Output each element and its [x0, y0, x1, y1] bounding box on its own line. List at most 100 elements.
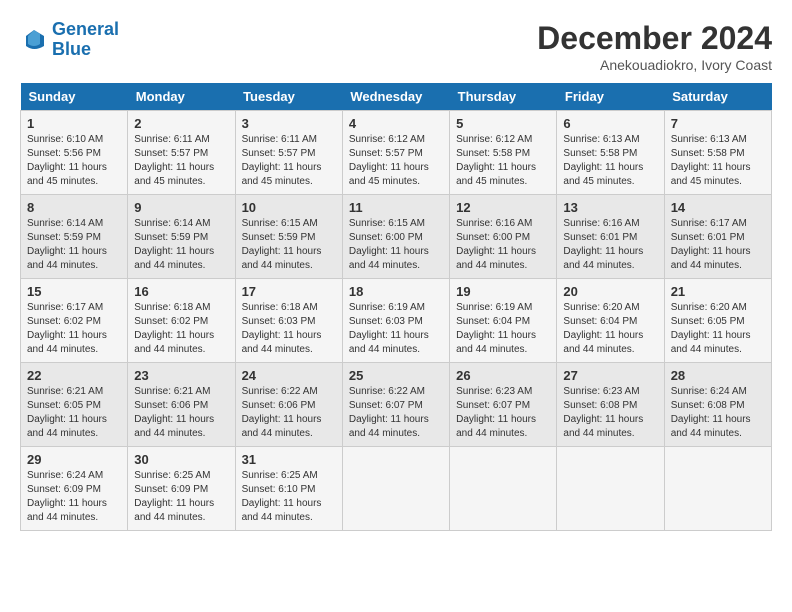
sunset-label: Sunset: 6:06 PM: [134, 400, 208, 411]
day-number: 25: [349, 368, 443, 383]
daylight-label: Daylight: 11 hours and 44 minutes.: [349, 246, 429, 271]
calendar-cell: 9 Sunrise: 6:14 AM Sunset: 5:59 PM Dayli…: [128, 195, 235, 279]
daylight-label: Daylight: 11 hours and 44 minutes.: [242, 246, 322, 271]
sunrise-label: Sunrise: 6:24 AM: [27, 470, 103, 481]
day-number: 26: [456, 368, 550, 383]
sunset-label: Sunset: 5:57 PM: [242, 148, 316, 159]
daylight-label: Daylight: 11 hours and 44 minutes.: [671, 246, 751, 271]
sunset-label: Sunset: 5:58 PM: [456, 148, 530, 159]
calendar-cell: 25 Sunrise: 6:22 AM Sunset: 6:07 PM Dayl…: [342, 363, 449, 447]
day-of-week-header: Friday: [557, 83, 664, 111]
sunrise-label: Sunrise: 6:23 AM: [456, 386, 532, 397]
daylight-label: Daylight: 11 hours and 44 minutes.: [27, 498, 107, 523]
sunset-label: Sunset: 6:05 PM: [27, 400, 101, 411]
day-number: 28: [671, 368, 765, 383]
sunrise-label: Sunrise: 6:15 AM: [242, 218, 318, 229]
sunrise-label: Sunrise: 6:25 AM: [242, 470, 318, 481]
day-info: Sunrise: 6:16 AM Sunset: 6:00 PM Dayligh…: [456, 217, 550, 273]
daylight-label: Daylight: 11 hours and 44 minutes.: [671, 330, 751, 355]
calendar-cell: 22 Sunrise: 6:21 AM Sunset: 6:05 PM Dayl…: [21, 363, 128, 447]
calendar-cell: 29 Sunrise: 6:24 AM Sunset: 6:09 PM Dayl…: [21, 447, 128, 531]
day-of-week-header: Sunday: [21, 83, 128, 111]
calendar-cell: 24 Sunrise: 6:22 AM Sunset: 6:06 PM Dayl…: [235, 363, 342, 447]
day-number: 23: [134, 368, 228, 383]
calendar-cell: [450, 447, 557, 531]
calendar-cell: 2 Sunrise: 6:11 AM Sunset: 5:57 PM Dayli…: [128, 111, 235, 195]
daylight-label: Daylight: 11 hours and 44 minutes.: [134, 414, 214, 439]
day-number: 16: [134, 284, 228, 299]
daylight-label: Daylight: 11 hours and 44 minutes.: [456, 246, 536, 271]
calendar-cell: 1 Sunrise: 6:10 AM Sunset: 5:56 PM Dayli…: [21, 111, 128, 195]
day-info: Sunrise: 6:18 AM Sunset: 6:03 PM Dayligh…: [242, 301, 336, 357]
daylight-label: Daylight: 11 hours and 44 minutes.: [563, 246, 643, 271]
sunrise-label: Sunrise: 6:19 AM: [456, 302, 532, 313]
day-info: Sunrise: 6:14 AM Sunset: 5:59 PM Dayligh…: [27, 217, 121, 273]
daylight-label: Daylight: 11 hours and 45 minutes.: [27, 162, 107, 187]
day-info: Sunrise: 6:19 AM Sunset: 6:04 PM Dayligh…: [456, 301, 550, 357]
sunset-label: Sunset: 6:06 PM: [242, 400, 316, 411]
sunset-label: Sunset: 5:59 PM: [134, 232, 208, 243]
day-info: Sunrise: 6:13 AM Sunset: 5:58 PM Dayligh…: [671, 133, 765, 189]
calendar-cell: [557, 447, 664, 531]
daylight-label: Daylight: 11 hours and 44 minutes.: [349, 330, 429, 355]
calendar-week-row: 29 Sunrise: 6:24 AM Sunset: 6:09 PM Dayl…: [21, 447, 772, 531]
calendar-week-row: 15 Sunrise: 6:17 AM Sunset: 6:02 PM Dayl…: [21, 279, 772, 363]
daylight-label: Daylight: 11 hours and 44 minutes.: [27, 246, 107, 271]
calendar-cell: 26 Sunrise: 6:23 AM Sunset: 6:07 PM Dayl…: [450, 363, 557, 447]
logo-icon: [20, 26, 48, 54]
sunset-label: Sunset: 5:57 PM: [134, 148, 208, 159]
day-number: 21: [671, 284, 765, 299]
day-number: 14: [671, 200, 765, 215]
day-info: Sunrise: 6:24 AM Sunset: 6:08 PM Dayligh…: [671, 385, 765, 441]
day-number: 19: [456, 284, 550, 299]
sunrise-label: Sunrise: 6:23 AM: [563, 386, 639, 397]
day-info: Sunrise: 6:18 AM Sunset: 6:02 PM Dayligh…: [134, 301, 228, 357]
calendar-cell: 4 Sunrise: 6:12 AM Sunset: 5:57 PM Dayli…: [342, 111, 449, 195]
sunrise-label: Sunrise: 6:15 AM: [349, 218, 425, 229]
calendar-cell: 11 Sunrise: 6:15 AM Sunset: 6:00 PM Dayl…: [342, 195, 449, 279]
calendar-cell: 21 Sunrise: 6:20 AM Sunset: 6:05 PM Dayl…: [664, 279, 771, 363]
day-info: Sunrise: 6:22 AM Sunset: 6:07 PM Dayligh…: [349, 385, 443, 441]
sunset-label: Sunset: 6:09 PM: [134, 484, 208, 495]
day-number: 6: [563, 116, 657, 131]
sunset-label: Sunset: 6:10 PM: [242, 484, 316, 495]
sunrise-label: Sunrise: 6:12 AM: [349, 134, 425, 145]
day-info: Sunrise: 6:24 AM Sunset: 6:09 PM Dayligh…: [27, 469, 121, 525]
day-number: 2: [134, 116, 228, 131]
daylight-label: Daylight: 11 hours and 44 minutes.: [242, 330, 322, 355]
day-number: 30: [134, 452, 228, 467]
sunset-label: Sunset: 6:03 PM: [242, 316, 316, 327]
calendar-cell: 20 Sunrise: 6:20 AM Sunset: 6:04 PM Dayl…: [557, 279, 664, 363]
sunrise-label: Sunrise: 6:11 AM: [134, 134, 209, 145]
daylight-label: Daylight: 11 hours and 44 minutes.: [563, 330, 643, 355]
calendar-week-row: 8 Sunrise: 6:14 AM Sunset: 5:59 PM Dayli…: [21, 195, 772, 279]
day-number: 31: [242, 452, 336, 467]
daylight-label: Daylight: 11 hours and 44 minutes.: [27, 330, 107, 355]
day-of-week-header: Wednesday: [342, 83, 449, 111]
day-info: Sunrise: 6:17 AM Sunset: 6:01 PM Dayligh…: [671, 217, 765, 273]
calendar-cell: 19 Sunrise: 6:19 AM Sunset: 6:04 PM Dayl…: [450, 279, 557, 363]
sunset-label: Sunset: 6:04 PM: [456, 316, 530, 327]
sunset-label: Sunset: 6:07 PM: [349, 400, 423, 411]
calendar-cell: 18 Sunrise: 6:19 AM Sunset: 6:03 PM Dayl…: [342, 279, 449, 363]
title-block: December 2024 Anekouadiokro, Ivory Coast: [537, 20, 772, 73]
sunrise-label: Sunrise: 6:13 AM: [671, 134, 747, 145]
daylight-label: Daylight: 11 hours and 44 minutes.: [563, 414, 643, 439]
calendar-cell: 13 Sunrise: 6:16 AM Sunset: 6:01 PM Dayl…: [557, 195, 664, 279]
day-info: Sunrise: 6:10 AM Sunset: 5:56 PM Dayligh…: [27, 133, 121, 189]
calendar-cell: 28 Sunrise: 6:24 AM Sunset: 6:08 PM Dayl…: [664, 363, 771, 447]
daylight-label: Daylight: 11 hours and 44 minutes.: [456, 330, 536, 355]
calendar-cell: 7 Sunrise: 6:13 AM Sunset: 5:58 PM Dayli…: [664, 111, 771, 195]
sunset-label: Sunset: 5:59 PM: [27, 232, 101, 243]
daylight-label: Daylight: 11 hours and 44 minutes.: [134, 246, 214, 271]
day-number: 9: [134, 200, 228, 215]
calendar-cell: 5 Sunrise: 6:12 AM Sunset: 5:58 PM Dayli…: [450, 111, 557, 195]
location: Anekouadiokro, Ivory Coast: [537, 57, 772, 73]
calendar-week-row: 22 Sunrise: 6:21 AM Sunset: 6:05 PM Dayl…: [21, 363, 772, 447]
calendar-header-row: SundayMondayTuesdayWednesdayThursdayFrid…: [21, 83, 772, 111]
sunrise-label: Sunrise: 6:19 AM: [349, 302, 425, 313]
calendar-cell: 23 Sunrise: 6:21 AM Sunset: 6:06 PM Dayl…: [128, 363, 235, 447]
day-info: Sunrise: 6:20 AM Sunset: 6:04 PM Dayligh…: [563, 301, 657, 357]
day-info: Sunrise: 6:22 AM Sunset: 6:06 PM Dayligh…: [242, 385, 336, 441]
day-of-week-header: Thursday: [450, 83, 557, 111]
